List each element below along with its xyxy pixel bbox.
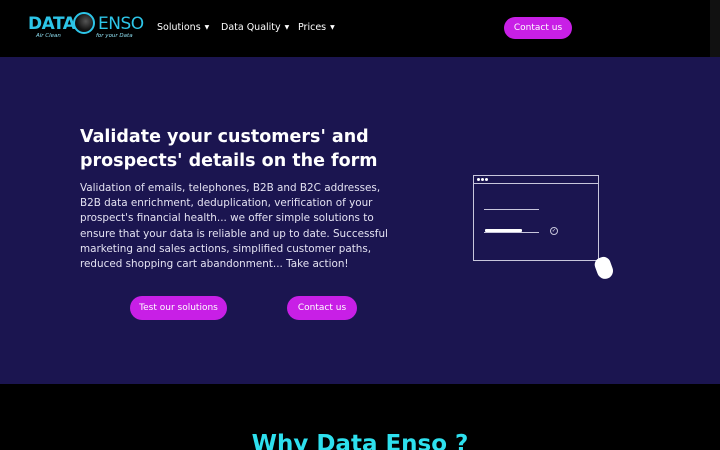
- nav-item-data-quality[interactable]: Data Quality ▼: [221, 22, 289, 33]
- window-dot-icon: [481, 178, 484, 181]
- why-title: Why Data Enso ?: [251, 431, 469, 450]
- why-section: Why Data Enso ?: [0, 384, 720, 450]
- test-solutions-button[interactable]: Test our solutions: [130, 296, 227, 320]
- mouse-cursor-icon: [592, 254, 616, 282]
- logo-word-data: DATA: [28, 14, 76, 34]
- hero-description: Validation of emails, telephones, B2B an…: [80, 182, 388, 271]
- logo-tagline-left: Air Clean: [36, 33, 61, 39]
- data-enso-logo[interactable]: DATA ENSO Air Clean for your Data: [28, 12, 144, 44]
- form-field-line: [484, 209, 539, 210]
- window-dot-icon: [477, 178, 480, 181]
- caret-down-icon: ▼: [204, 24, 210, 31]
- window-titlebar: [474, 176, 598, 184]
- scrollbar[interactable]: [710, 0, 720, 57]
- nav-item-solutions[interactable]: Solutions ▼: [157, 22, 209, 33]
- form-field-line: [484, 232, 539, 233]
- nav-label: Data Quality: [221, 22, 281, 33]
- hero-title: Validate your customers' and prospects' …: [80, 127, 378, 171]
- logo-ring-icon: [73, 12, 95, 34]
- nav-item-prices[interactable]: Prices ▼: [298, 22, 335, 33]
- site-header: DATA ENSO Air Clean for your Data Soluti…: [0, 0, 710, 57]
- nav-label: Solutions: [157, 22, 201, 33]
- browser-window-illustration: ✓: [473, 175, 599, 261]
- caret-down-icon: ▼: [284, 24, 290, 31]
- check-circle-icon: ✓: [550, 227, 558, 235]
- logo-word-enso: ENSO: [98, 14, 144, 34]
- form-illustration: ✓: [472, 174, 617, 286]
- window-dot-icon: [485, 178, 488, 181]
- logo-tagline-right: for your Data: [96, 33, 133, 39]
- caret-down-icon: ▼: [330, 24, 335, 31]
- hero-contact-button[interactable]: Contact us: [287, 296, 357, 320]
- hero-section: Validate your customers' and prospects' …: [0, 57, 720, 384]
- header-contact-button[interactable]: Contact us: [504, 17, 572, 39]
- nav-label: Prices: [298, 22, 327, 33]
